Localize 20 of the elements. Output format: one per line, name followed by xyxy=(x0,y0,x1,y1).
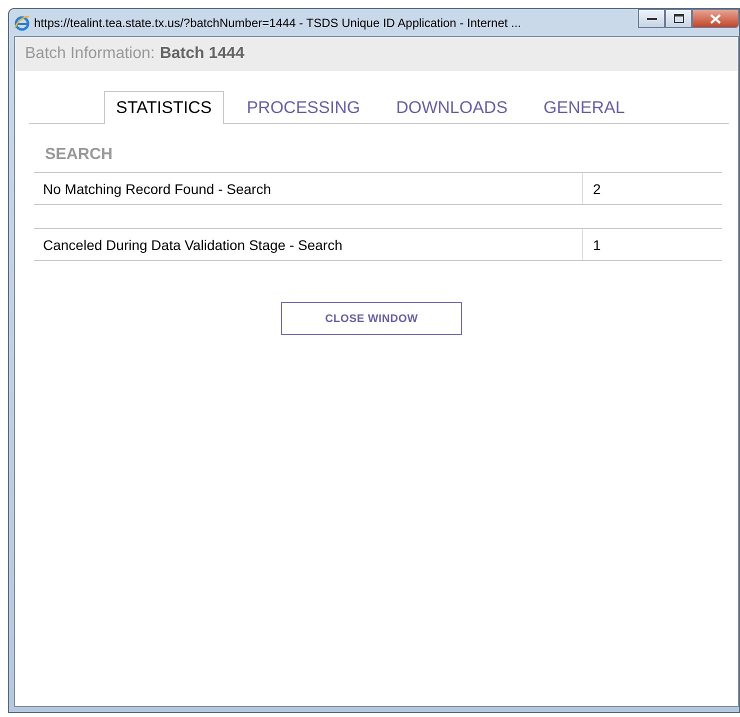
maximize-button[interactable] xyxy=(665,9,692,28)
header-label: Batch Information: xyxy=(25,45,155,63)
tab[interactable]: PROCESSING xyxy=(234,91,372,123)
browser-icon xyxy=(14,14,30,30)
table-cell-text: 1 xyxy=(592,236,601,252)
minimize-icon xyxy=(646,16,656,20)
maximize-icon xyxy=(674,14,684,23)
tab[interactable]: DOWNLOADS xyxy=(384,91,520,123)
window-title: https://tealint.tea.state.tx.us/?batchNumber=1444 - TSDS Unique ID Application - Internet ... xyxy=(34,16,522,30)
table-cell-text: 2 xyxy=(592,180,601,196)
minimize-button[interactable] xyxy=(638,9,665,28)
tab[interactable]: GENERAL xyxy=(532,91,637,123)
section-title: SEARCH xyxy=(44,146,114,164)
table-cell: No Matching Record Found - Search xyxy=(34,173,583,204)
tab[interactable]: STATISTICS xyxy=(104,91,224,124)
close-icon xyxy=(710,14,721,24)
batch-name: Batch 1444 xyxy=(160,45,244,63)
close-button[interactable] xyxy=(692,9,739,28)
table-cell: Canceled During Data Validation Stage - Search xyxy=(34,229,583,260)
close-window-button[interactable]: CLOSE WINDOW xyxy=(281,302,462,335)
